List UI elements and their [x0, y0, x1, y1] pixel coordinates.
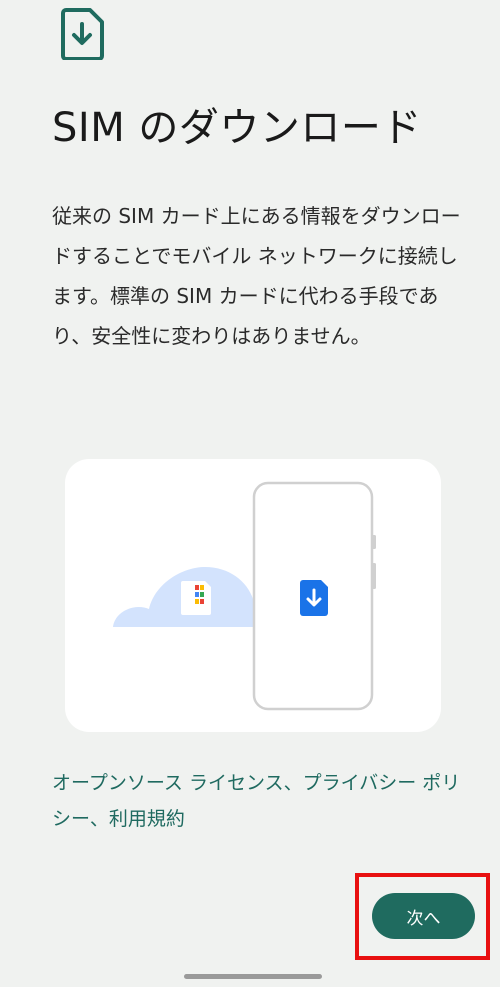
terms-link[interactable]: 利用規約 [109, 808, 185, 830]
next-button[interactable]: 次へ [372, 893, 475, 939]
sim-card-icon [181, 581, 211, 615]
page-title: SIM のダウンロード [52, 105, 422, 151]
gesture-navigation-bar[interactable] [184, 974, 322, 979]
link-separator: 、 [283, 772, 303, 794]
legal-links: オープンソース ライセンス、プライバシー ポリシー、利用規約 [52, 765, 462, 837]
description-text: 従来の SIM カード上にある情報をダウンロードすることでモバイル ネットワーク… [52, 204, 461, 348]
open-source-license-link[interactable]: オープンソース ライセンス [52, 772, 284, 794]
sim-download-icon [60, 8, 106, 60]
esim-illustration [65, 459, 441, 732]
link-separator: 、 [89, 808, 109, 830]
esim-download-icon [300, 580, 328, 616]
